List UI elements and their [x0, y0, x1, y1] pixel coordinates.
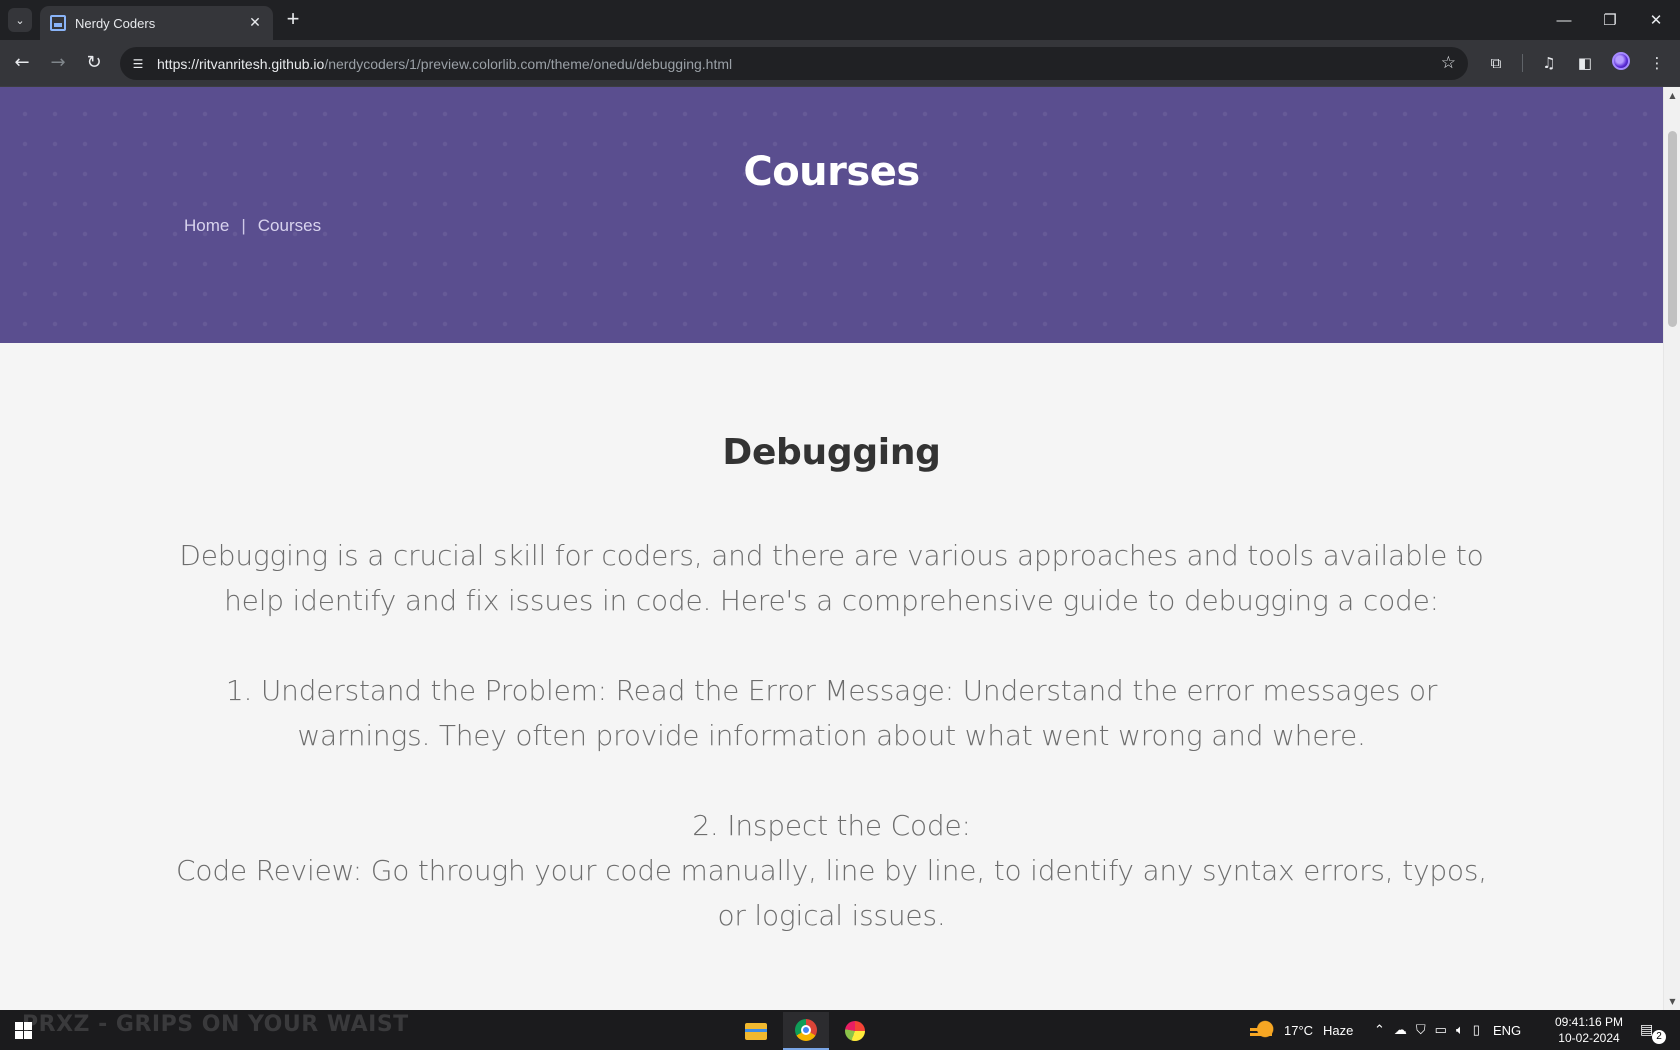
- system-tray: ⌃ ☁ ⛉ ▭ 🔈︎ ▯ ENG: [1374, 1010, 1521, 1050]
- weather-desc: Haze: [1323, 1022, 1354, 1038]
- chrome-icon: [795, 1019, 817, 1041]
- pinned-app[interactable]: [832, 1012, 878, 1050]
- os-taskbar: PRXZ - GRIPS ON YOUR WAIST 17°C Haze ⌃ ☁…: [0, 1010, 1680, 1050]
- bookmark-star-icon[interactable]: ☆: [1441, 53, 1456, 73]
- app-icon: [845, 1021, 865, 1041]
- forward-button[interactable]: →: [46, 51, 70, 75]
- toolbar-divider: [1522, 54, 1523, 72]
- side-panel-icon[interactable]: ◧: [1574, 52, 1596, 74]
- camera-icon[interactable]: ▯: [1473, 1022, 1480, 1038]
- breadcrumb: Home | Courses: [184, 216, 321, 236]
- hero-title: Courses: [743, 149, 920, 195]
- menu-kebab-icon[interactable]: ⋮: [1646, 52, 1668, 74]
- minimize-button[interactable]: —: [1541, 6, 1587, 34]
- tab-strip: ⌄ Nerdy Coders ✕ + — ❐ ✕: [0, 0, 1680, 40]
- breadcrumb-separator: |: [241, 216, 246, 235]
- tab-title: Nerdy Coders: [75, 15, 156, 31]
- browser-toolbar: ← → ↻ ☰ https://ritvanritesh.github.io/n…: [0, 40, 1680, 87]
- breadcrumb-home-link[interactable]: Home: [184, 216, 229, 236]
- window-close-button[interactable]: ✕: [1633, 6, 1679, 34]
- close-icon[interactable]: ✕: [247, 15, 263, 31]
- intro-paragraph: Debugging is a crucial skill for coders,…: [179, 539, 1484, 617]
- file-explorer-app[interactable]: [733, 1012, 779, 1050]
- notification-count: 2: [1652, 1030, 1666, 1044]
- tray-chevron-up-icon[interactable]: ⌃: [1374, 1022, 1385, 1038]
- reload-button[interactable]: ↻: [82, 51, 106, 75]
- extensions-icon[interactable]: ⧉: [1485, 52, 1507, 74]
- chrome-app[interactable]: [783, 1012, 829, 1050]
- onedrive-icon[interactable]: ☁: [1394, 1022, 1407, 1038]
- chevron-down-icon: ⌄: [15, 13, 25, 27]
- clock-date: 10-02-2024: [1558, 1031, 1620, 1045]
- scrollbar-thumb[interactable]: [1668, 131, 1677, 327]
- language-indicator[interactable]: ENG: [1493, 1023, 1521, 1038]
- site-info-icon[interactable]: ☰: [128, 57, 148, 71]
- step-2-heading: 2. Inspect the Code:: [692, 809, 971, 842]
- weather-haze-icon[interactable]: [1250, 1020, 1274, 1040]
- restore-button[interactable]: ❐: [1587, 6, 1633, 34]
- profile-avatar[interactable]: [1612, 52, 1630, 70]
- scroll-up-arrow-icon[interactable]: ▲: [1664, 87, 1680, 104]
- security-icon[interactable]: ⛉: [1416, 1022, 1426, 1038]
- step-1-paragraph: 1. Understand the Problem: Read the Erro…: [225, 674, 1438, 752]
- clock-time: 09:41:16 PM: [1554, 1015, 1624, 1029]
- url-text[interactable]: https://ritvanritesh.github.io/nerdycode…: [157, 56, 732, 72]
- windows-start-icon[interactable]: [15, 1022, 32, 1039]
- page-title: Debugging: [722, 432, 941, 473]
- tab-active[interactable]: Nerdy Coders ✕: [40, 6, 273, 40]
- notification-center-icon[interactable]: ▤ 2: [1640, 1020, 1666, 1044]
- breadcrumb-courses-link[interactable]: Courses: [258, 216, 321, 236]
- media-control-icon[interactable]: ♫: [1538, 52, 1560, 74]
- article-body: Debugging is a crucial skill for coders,…: [175, 533, 1488, 938]
- site-favicon-icon: [50, 15, 66, 31]
- step-2-paragraph: Code Review: Go through your code manual…: [176, 854, 1487, 932]
- page-scrollbar[interactable]: ▲ ▼: [1663, 87, 1680, 1010]
- wallpaper-text: PRXZ - GRIPS ON YOUR WAIST: [22, 1012, 409, 1037]
- address-bar[interactable]: ☰ https://ritvanritesh.github.io/nerdyco…: [120, 47, 1468, 80]
- page-viewport: Courses Home | Courses Debugging Debuggi…: [0, 87, 1663, 1010]
- back-button[interactable]: ←: [10, 51, 34, 75]
- volume-icon[interactable]: 🔈︎: [1456, 1022, 1464, 1038]
- tab-search-button[interactable]: ⌄: [8, 8, 32, 32]
- hero-banner: Courses Home | Courses: [0, 87, 1663, 343]
- folder-icon: [745, 1022, 767, 1040]
- new-tab-button[interactable]: +: [281, 8, 305, 32]
- scroll-down-arrow-icon[interactable]: ▼: [1664, 993, 1680, 1010]
- weather-widget[interactable]: 17°C Haze: [1284, 1010, 1353, 1050]
- weather-temp: 17°C: [1284, 1022, 1314, 1038]
- network-icon[interactable]: ▭: [1435, 1022, 1447, 1038]
- clock[interactable]: 09:41:16 PM 10-02-2024: [1548, 1014, 1630, 1046]
